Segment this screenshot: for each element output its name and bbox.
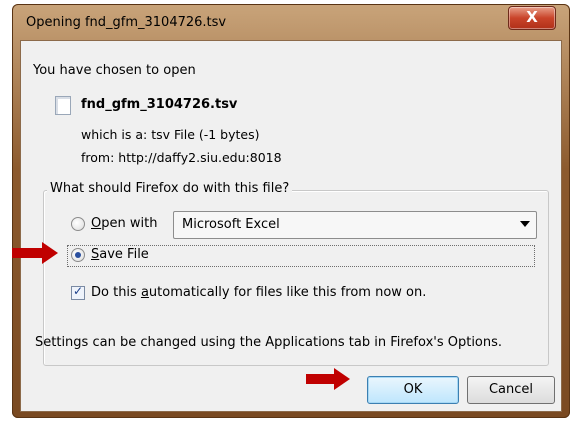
file-type-text: which is a: tsv File (-1 bytes) (81, 127, 260, 142)
window-title: Opening fnd_gfm_3104726.tsv (26, 15, 227, 30)
file-icon (55, 96, 71, 115)
cancel-button[interactable]: Cancel (467, 376, 555, 404)
intro-text: You have chosen to open (33, 63, 196, 78)
file-name: fnd_gfm_3104726.tsv (81, 97, 238, 112)
arrow-head-icon (42, 242, 58, 264)
arrow-shaft (12, 248, 42, 258)
open-with-radio[interactable] (71, 217, 85, 231)
auto-label-before: Do this (91, 285, 141, 300)
arrow-shaft (306, 374, 334, 384)
auto-checkbox-label[interactable]: Do this automatically for files like thi… (91, 285, 426, 300)
save-file-radio[interactable] (71, 248, 85, 262)
chevron-down-icon[interactable] (520, 221, 530, 227)
application-select-value: Microsoft Excel (182, 217, 280, 232)
settings-note: Settings can be changed using the Applic… (35, 335, 503, 350)
dialog-window: Opening fnd_gfm_3104726.tsv X You have c… (12, 4, 570, 418)
file-source-text: from: http://daffy2.siu.edu:8018 (81, 150, 282, 165)
auto-accesskey: a (140, 285, 149, 300)
close-button[interactable]: X (508, 6, 556, 30)
save-file-label[interactable]: Save File (91, 247, 149, 262)
save-file-label-rest: ave File (99, 247, 149, 262)
arrow-head-icon (334, 368, 350, 390)
open-with-label-rest: pen with (101, 216, 158, 231)
title-bar[interactable]: Opening fnd_gfm_3104726.tsv X (12, 4, 570, 40)
open-with-accesskey: O (91, 216, 102, 231)
application-select[interactable]: Microsoft Excel (173, 211, 537, 239)
ok-button[interactable]: OK (367, 376, 459, 404)
open-with-label[interactable]: Open with (91, 216, 157, 231)
auto-checkbox[interactable] (71, 284, 85, 300)
action-group-title: What should Firefox do with this file? (47, 181, 293, 196)
dialog-body: You have chosen to open fnd_gfm_3104726.… (20, 40, 562, 412)
auto-label-rest: utomatically for files like this from no… (148, 285, 427, 300)
